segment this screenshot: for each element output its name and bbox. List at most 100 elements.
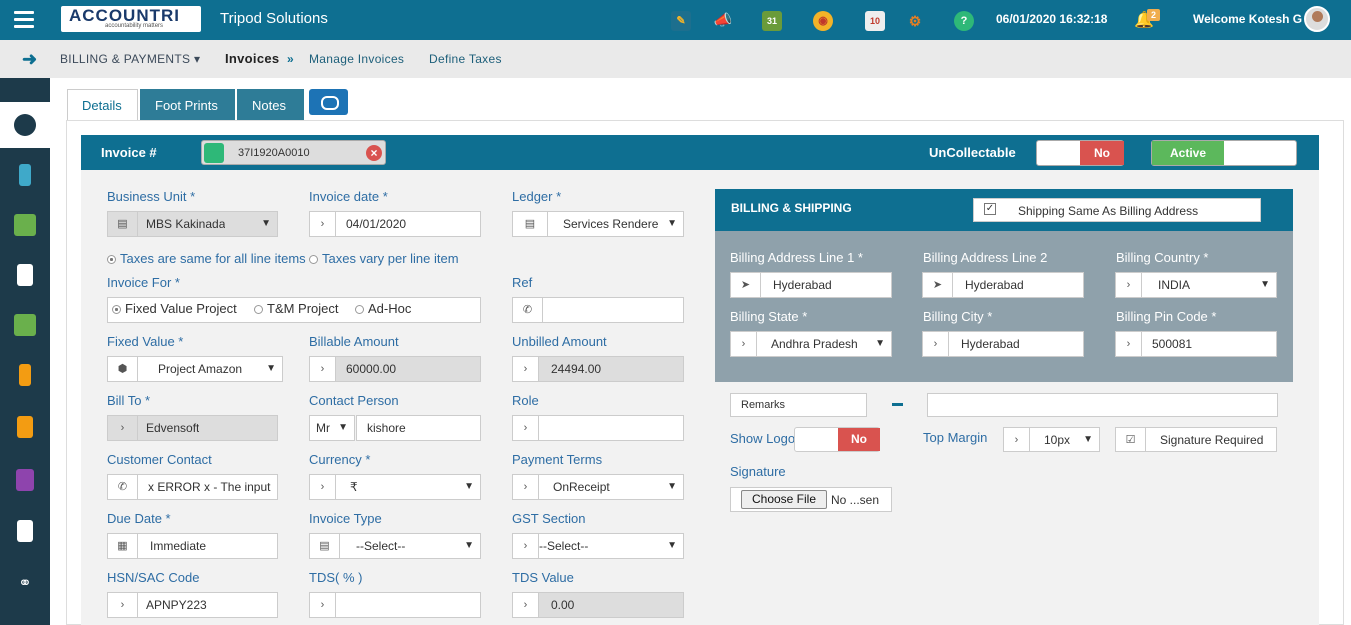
gst-section-select[interactable]: › --Select-- ▼ <box>512 533 684 559</box>
tds-field[interactable]: › <box>309 592 481 618</box>
billing-pin-field[interactable]: › 500081 <box>1115 331 1277 357</box>
payment-terms-select[interactable]: › OnReceipt ▼ <box>512 474 684 500</box>
tab-details[interactable]: Details <box>67 89 138 121</box>
binoculars-icon[interactable]: ⚭ <box>14 573 36 595</box>
billing-line2-field[interactable]: ➤ Hyderabad <box>922 272 1084 298</box>
shipping-same-checkbox[interactable]: ✓ Shipping Same As Billing Address <box>973 198 1261 222</box>
key-icon[interactable] <box>19 364 31 386</box>
invoice-date-field[interactable]: › 04/01/2020 <box>309 211 481 237</box>
exchange-icon[interactable] <box>14 214 36 236</box>
invoice-type-select[interactable]: ▤ --Select-- ▼ <box>309 533 481 559</box>
avatar[interactable] <box>1304 6 1330 32</box>
date-icon[interactable]: 10 <box>865 11 885 31</box>
due-date-field[interactable]: ▦ Immediate <box>107 533 278 559</box>
fixed-value-select[interactable]: ⬢ Project Amazon ▼ <box>107 356 283 382</box>
invoice-for-label: Invoice For * <box>107 275 180 290</box>
billable-field: › 60000.00 <box>309 356 481 382</box>
manage-invoices-link[interactable]: Manage Invoices <box>309 52 404 66</box>
clipboard-icon[interactable] <box>17 264 33 286</box>
tab-foot-prints[interactable]: Foot Prints <box>140 89 235 121</box>
role-field[interactable]: › <box>512 415 684 441</box>
sidebar: ⚭ <box>0 78 50 625</box>
location-arrow-icon: ➤ <box>923 273 953 297</box>
datetime: 06/01/2020 16:32:18 <box>996 12 1108 26</box>
invoice-number-field[interactable]: 37I1920A0010 × <box>201 140 386 165</box>
settings-icon[interactable] <box>14 114 36 136</box>
help-icon[interactable]: ? <box>954 11 974 31</box>
checkmark-icon: ☑ <box>1116 428 1146 451</box>
remarks-field[interactable]: Remarks <box>730 393 867 417</box>
chat-icon[interactable] <box>309 89 348 115</box>
payment-terms-label: Payment Terms <box>512 452 603 467</box>
refresh-icon[interactable] <box>204 143 224 163</box>
unbilled-label: Unbilled Amount <box>512 334 607 349</box>
billing-line1-label: Billing Address Line 1 * <box>730 250 863 265</box>
tax-vary-radio[interactable]: Taxes vary per line item <box>309 251 459 266</box>
module-dropdown[interactable]: BILLING & PAYMENTS ▾ <box>60 52 200 66</box>
checklist-icon[interactable] <box>17 520 33 542</box>
show-logo-toggle[interactable]: No <box>794 427 880 452</box>
contact-title-select[interactable]: Mr ▼ <box>309 415 355 441</box>
billing-line1-field[interactable]: ➤ Hyderabad <box>730 272 892 298</box>
currency-select[interactable]: › ₹ ▼ <box>309 474 481 500</box>
billing-state-label: Billing State * <box>730 309 808 324</box>
ledger-label: Ledger * <box>512 189 562 204</box>
business-unit-select[interactable]: ▤ MBS Kakinada ▼ <box>107 211 278 237</box>
ref-field[interactable]: ✆ <box>512 297 684 323</box>
settings-icon[interactable]: ⚙ <box>905 11 925 31</box>
adhoc-radio[interactable]: Ad-Hoc <box>355 301 411 316</box>
remarks-value-field[interactable] <box>927 393 1278 417</box>
billing-city-label: Billing City * <box>923 309 993 324</box>
calendar-icon[interactable]: 31 <box>762 11 782 31</box>
due-date-label: Due Date * <box>107 511 171 526</box>
chevrons-icon: » <box>287 52 294 66</box>
signature-file-input[interactable]: Choose File No ...sen <box>730 487 892 512</box>
clear-icon[interactable]: × <box>366 145 382 161</box>
top-margin-select[interactable]: › 10px ▼ <box>1003 427 1100 452</box>
tasks-icon[interactable]: ✎ <box>671 11 691 31</box>
arrow-right-icon[interactable]: ➜ <box>22 49 37 70</box>
invoice-label: Invoice # <box>101 145 157 160</box>
business-unit-label: Business Unit * <box>107 189 196 204</box>
logo[interactable]: ACCOUNTRI accountability matters <box>61 6 201 32</box>
customer-contact-field[interactable]: ✆ x ERROR x - The input <box>107 474 278 500</box>
company-name: Tripod Solutions <box>220 10 328 27</box>
menu-icon[interactable] <box>14 11 34 29</box>
show-logo-no: No <box>838 428 880 451</box>
announcement-icon[interactable]: 📣 <box>713 11 733 31</box>
bill-to-field[interactable]: › Edvensoft <box>107 415 278 441</box>
fixed-value-radio[interactable]: Fixed Value Project <box>112 301 237 316</box>
contact-person-field[interactable]: kishore <box>356 415 481 441</box>
define-taxes-link[interactable]: Define Taxes <box>429 52 502 66</box>
tab-notes[interactable]: Notes <box>237 89 304 121</box>
tax-same-radio[interactable]: Taxes are same for all line items <box>107 251 306 266</box>
billing-country-select[interactable]: › INDIA ▼ <box>1115 272 1277 298</box>
billing-country-label: Billing Country * <box>1116 250 1209 265</box>
user-money-icon[interactable] <box>19 164 31 186</box>
billing-city-field[interactable]: › Hyderabad <box>922 331 1084 357</box>
uncollectable-label: UnCollectable <box>929 145 1016 160</box>
billing-state-select[interactable]: › Andhra Pradesh ▼ <box>730 331 892 357</box>
tds-label: TDS( % ) <box>309 570 363 585</box>
money-envelope-icon[interactable] <box>14 314 36 336</box>
ledger-select[interactable]: ▤ Services Rendere ▼ <box>512 211 684 237</box>
target-icon[interactable]: ◉ <box>813 11 833 31</box>
minus-icon[interactable] <box>892 403 903 406</box>
calculator-icon[interactable] <box>17 416 33 438</box>
choose-file-button[interactable]: Choose File <box>741 490 827 509</box>
chevron-right-icon: › <box>108 416 138 440</box>
hsn-label: HSN/SAC Code <box>107 570 200 585</box>
breadcrumb: ➜ BILLING & PAYMENTS ▾ Invoices » Manage… <box>0 40 1351 78</box>
unbilled-field: › 24494.00 <box>512 356 684 382</box>
billing-pin-label: Billing Pin Code * <box>1116 309 1217 324</box>
tm-project-radio[interactable]: T&M Project <box>254 301 339 316</box>
uncollectable-toggle[interactable]: No <box>1036 140 1124 166</box>
cubes-icon: ⬢ <box>108 357 138 381</box>
status-toggle[interactable]: Active <box>1151 140 1297 166</box>
contact-person-label: Contact Person <box>309 393 399 408</box>
hsn-field[interactable]: › APNPY223 <box>107 592 278 618</box>
invoice-for-group: Fixed Value Project T&M Project Ad-Hoc <box>107 297 481 323</box>
contact-card-icon[interactable] <box>16 469 34 491</box>
breadcrumb-current: Invoices <box>225 51 280 66</box>
signature-required-checkbox[interactable]: ☑ Signature Required <box>1115 427 1277 452</box>
